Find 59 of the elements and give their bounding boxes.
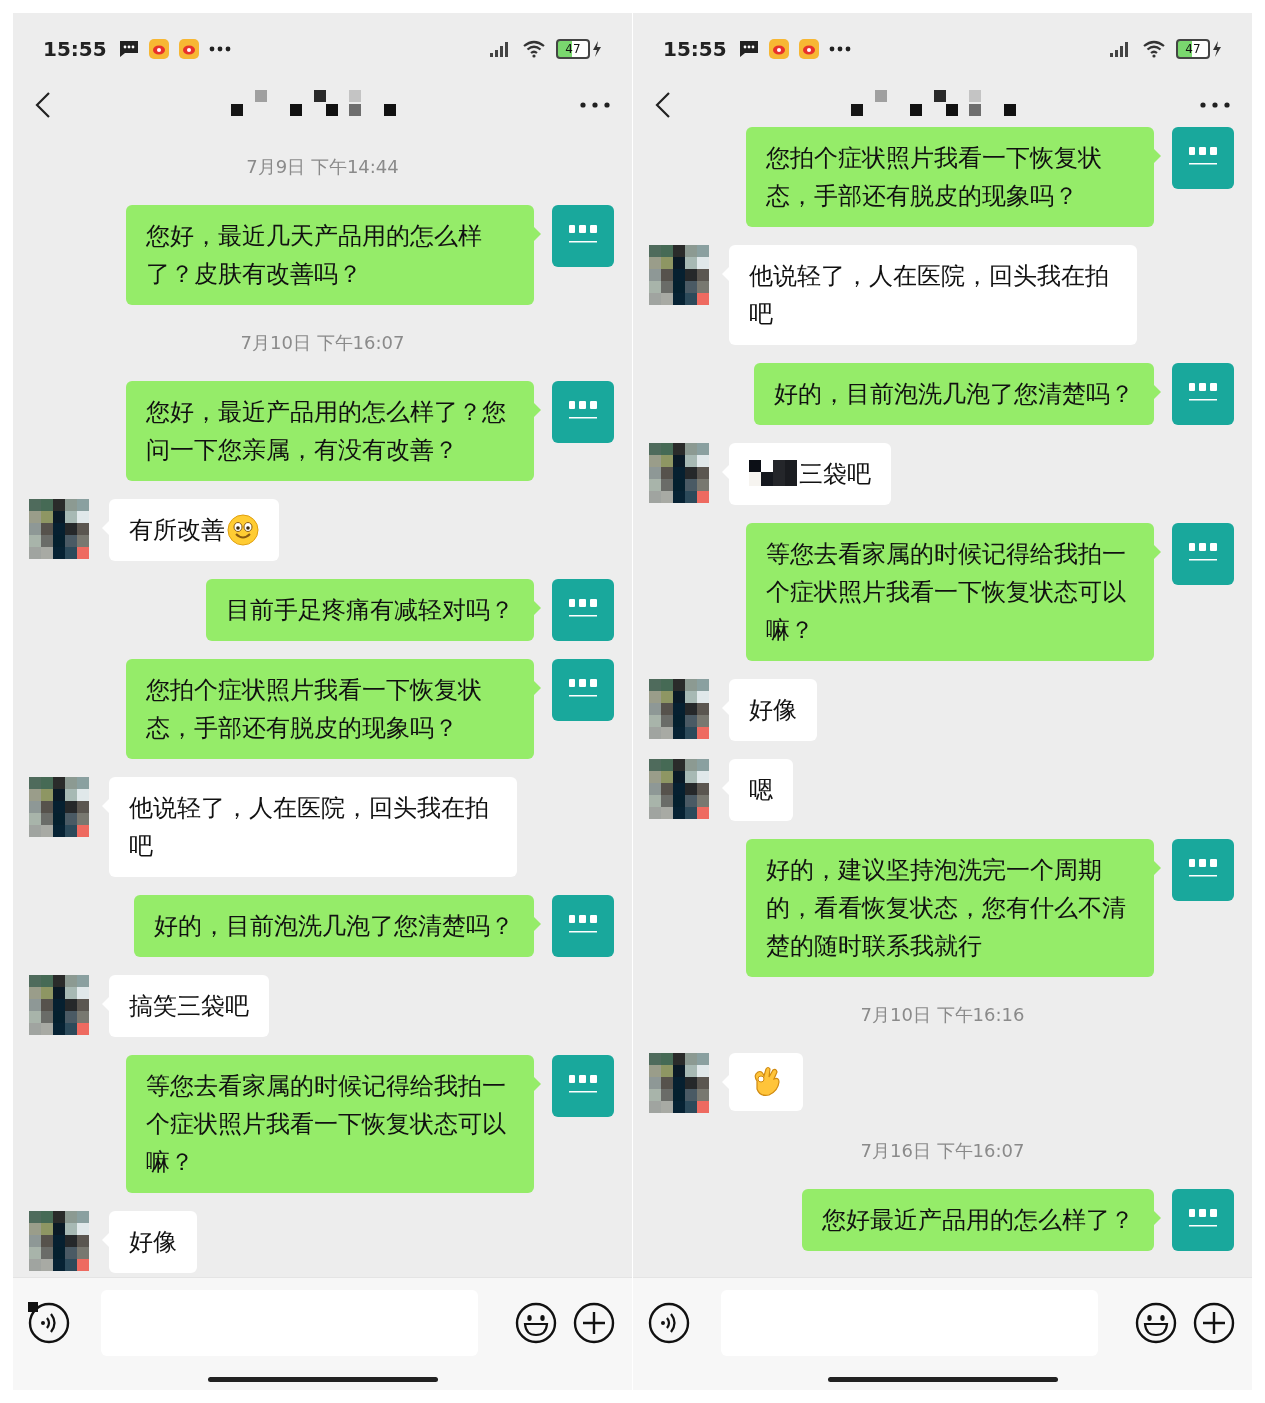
logo-avatar	[1172, 839, 1234, 901]
message-text: 您拍个症状照片我看一下恢复状态，手部还有脱皮的现象吗？	[146, 675, 483, 744]
voice-icon[interactable]	[647, 1301, 691, 1345]
message-text: 好的，目前泡洗几泡了您清楚吗？	[154, 911, 514, 942]
logo-avatar	[552, 381, 614, 443]
message-text: 好的，建议坚持泡洗完一个周期的，看看恢复状态，您有什么不清楚的随时联系我就行	[766, 855, 1127, 962]
logo-avatar	[552, 205, 614, 267]
message-text: 有所改善	[129, 515, 225, 546]
logo-avatar	[1172, 1189, 1234, 1251]
timestamp: 7月16日 下午16:07	[859, 1139, 1026, 1163]
app-icon	[798, 39, 819, 59]
message-text: 您拍个症状照片我看一下恢复状态，手部还有脱皮的现象吗？	[766, 143, 1103, 212]
message-icon	[118, 40, 139, 58]
charging-icon	[1212, 41, 1222, 57]
app-icon	[178, 39, 199, 59]
add-icon[interactable]	[1192, 1301, 1236, 1345]
message-text: 您好最近产品用的怎么样了？	[822, 1205, 1134, 1236]
message-text: 搞笑三袋吧	[129, 991, 249, 1022]
message-text: 等您去看家属的时候记得给我拍一个症状照片我看一下恢复状态可以嘛？	[766, 539, 1127, 646]
timestamp: 7月9日 下午14:44	[245, 155, 400, 179]
wifi-icon	[1142, 40, 1166, 58]
back-icon[interactable]	[35, 91, 51, 119]
timestamp: 7月10日 下午16:07	[239, 331, 406, 355]
logo-avatar	[552, 895, 614, 957]
wifi-icon	[522, 40, 546, 58]
message-text: 嗯	[749, 775, 773, 806]
more-icon[interactable]	[580, 102, 610, 108]
message-text: 好的，目前泡洗几泡了您清楚吗？	[774, 379, 1134, 410]
message-text: 您好，最近产品用的怎么样了？您问一下您亲属，有没有改善？	[146, 397, 507, 466]
logo-avatar	[552, 579, 614, 641]
more-icon[interactable]	[1200, 102, 1230, 108]
message-text: 目前手足疼痛有减轻对吗？	[226, 595, 514, 626]
more-icon	[208, 46, 231, 52]
back-icon[interactable]	[655, 91, 671, 119]
emoji-icon[interactable]	[514, 1301, 558, 1345]
message-text: 您好，最近几天产品用的怎么样了？皮肤有改善吗？	[146, 221, 483, 290]
charging-icon	[592, 41, 602, 57]
message-text: 等您去看家属的时候记得给我拍一个症状照片我看一下恢复状态可以嘛？	[146, 1071, 507, 1178]
emoji-icon[interactable]	[1134, 1301, 1178, 1345]
add-icon[interactable]	[572, 1301, 616, 1345]
message-icon	[738, 40, 759, 58]
message-text: 好像	[129, 1227, 177, 1258]
voice-icon[interactable]	[27, 1301, 71, 1345]
app-icon	[768, 39, 789, 59]
more-icon	[828, 46, 851, 52]
timestamp: 7月10日 下午16:16	[859, 1003, 1026, 1027]
message-text: 好像	[749, 695, 797, 726]
message-text: 三袋吧	[799, 459, 871, 490]
logo-avatar	[1172, 363, 1234, 425]
smiley-emoji-icon	[227, 514, 259, 546]
logo-avatar	[1172, 127, 1234, 189]
status-time: 15:55	[43, 37, 107, 61]
logo-avatar	[552, 1055, 614, 1117]
logo-avatar	[552, 659, 614, 721]
logo-avatar	[1172, 523, 1234, 585]
message-text: 他说轻了，人在医院，回头我在拍吧	[749, 261, 1110, 330]
status-time: 15:55	[663, 37, 727, 61]
app-icon	[148, 39, 169, 59]
message-text: 他说轻了，人在医院，回头我在拍吧	[129, 793, 490, 862]
